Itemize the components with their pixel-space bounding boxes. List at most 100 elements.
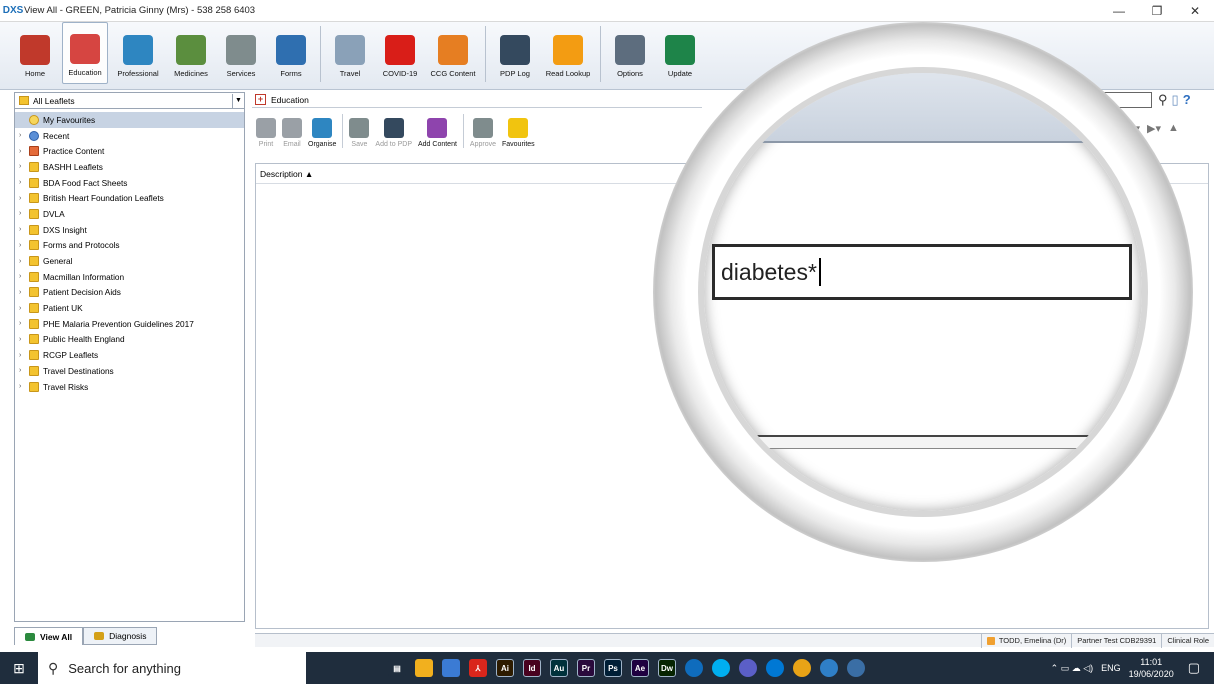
ribbon-forms-button[interactable]: Forms (268, 22, 314, 84)
graduate-icon (500, 35, 530, 65)
task-view-icon[interactable]: ▤ (388, 659, 406, 677)
clock-icon (29, 130, 39, 141)
tree-item[interactable]: › Patient UK (15, 300, 244, 316)
tree-item[interactable]: › Public Health England (15, 332, 244, 348)
contacts-icon[interactable] (442, 659, 460, 677)
ribbon-travel-button[interactable]: Travel (327, 22, 373, 84)
email-button[interactable]: Email (282, 118, 302, 154)
dreamweaver-icon[interactable]: Dw (658, 659, 676, 677)
magnified-search-field[interactable]: diabetes* (712, 244, 1132, 300)
chevron-right-icon[interactable]: › (19, 305, 29, 312)
ribbon-education-button[interactable]: Education (62, 22, 108, 84)
ribbon-professional-button[interactable]: Professional (112, 22, 164, 84)
windows-start-icon[interactable]: ⊞ (0, 652, 38, 684)
tree-item[interactable]: My Favourites (15, 112, 244, 128)
document-icon[interactable]: ▯ (1172, 92, 1179, 108)
print-button[interactable]: Print (256, 118, 276, 154)
chevron-right-icon[interactable]: › (19, 242, 29, 249)
remote-desktop-icon[interactable] (820, 659, 838, 677)
chevron-right-icon[interactable]: › (19, 148, 29, 155)
ribbon-covid-19-button[interactable]: COVID-19 (377, 22, 423, 84)
chevron-right-icon[interactable]: › (19, 273, 29, 280)
chevron-right-icon[interactable]: › (19, 163, 29, 170)
tab-diagnosis[interactable]: Diagnosis (83, 627, 158, 645)
forward-arrow-icon[interactable]: ▶▾ (1147, 122, 1161, 135)
chrome-icon[interactable] (793, 659, 811, 677)
tree-item[interactable]: › RCGP Leaflets (15, 347, 244, 363)
minimize-button[interactable]: — (1100, 0, 1138, 22)
illustrator-icon[interactable]: Ai (496, 659, 514, 677)
save-button[interactable]: Save (349, 118, 370, 154)
chevron-right-icon[interactable]: › (19, 289, 29, 296)
forms-icon (276, 35, 306, 65)
chevron-right-icon[interactable]: › (19, 195, 29, 202)
aftereffects-icon[interactable]: Ae (631, 659, 649, 677)
ribbon-services-button[interactable]: Services (218, 22, 264, 84)
add-content-button[interactable]: Add Content (418, 118, 457, 154)
audition-icon[interactable]: Au (550, 659, 568, 677)
filter-icon[interactable]: ⚲ (1158, 92, 1168, 108)
indesign-icon[interactable]: Id (523, 659, 541, 677)
tree-item[interactable]: › Patient Decision Aids (15, 285, 244, 301)
taskbar-search-input[interactable]: ⚲ Search for anything (38, 652, 306, 684)
restore-button[interactable]: ❐ (1138, 0, 1176, 22)
acrobat-icon[interactable]: ⅄ (469, 659, 487, 677)
chevron-right-icon[interactable]: › (19, 226, 29, 233)
teams-icon[interactable] (739, 659, 757, 677)
leaflet-filter-combo[interactable]: All Leaflets ▼ (15, 93, 244, 109)
outlook-icon[interactable] (685, 659, 703, 677)
ribbon-options-button[interactable]: Options (607, 22, 653, 84)
file-explorer-icon[interactable] (415, 659, 433, 677)
folder-icon (29, 365, 39, 376)
chevron-right-icon[interactable]: › (19, 320, 29, 327)
tree-item[interactable]: › Recent (15, 128, 244, 144)
tree-item-label: General (43, 256, 73, 267)
tree-item[interactable]: › Forms and Protocols (15, 238, 244, 254)
tab-label: View All (40, 631, 73, 642)
approve-button[interactable]: Approve (470, 118, 496, 154)
tab-view-all[interactable]: View All (14, 627, 84, 645)
tree-item[interactable]: › Travel Destinations (15, 363, 244, 379)
skype-business-icon[interactable] (766, 659, 784, 677)
ribbon-button-label: PDP Log (500, 69, 530, 78)
chevron-right-icon[interactable]: › (19, 132, 29, 139)
ribbon-ccg-content-button[interactable]: CCG Content (427, 22, 479, 84)
ribbon-home-button[interactable]: Home (12, 22, 58, 84)
organise-button[interactable]: Organise (308, 118, 336, 154)
chevron-down-icon[interactable]: ▼ (232, 93, 244, 108)
tree-item[interactable]: › Practice Content (15, 143, 244, 159)
ribbon-update-button[interactable]: Update (657, 22, 703, 84)
favourites-button[interactable]: Favourites (502, 118, 535, 154)
tree-item[interactable]: › DVLA (15, 206, 244, 222)
add-to-pdp-button[interactable]: Add to PDP (375, 118, 412, 154)
chevron-right-icon[interactable]: › (19, 336, 29, 343)
tree-item[interactable]: › Macmillan Information (15, 269, 244, 285)
language-indicator[interactable]: ENG (1101, 663, 1121, 673)
skype-icon[interactable] (712, 659, 730, 677)
close-button[interactable]: ✕ (1176, 0, 1214, 22)
tree-item[interactable]: › BASHH Leaflets (15, 159, 244, 175)
tree-item[interactable]: › DXS Insight (15, 222, 244, 238)
tree-item[interactable]: › British Heart Foundation Leaflets (15, 190, 244, 206)
photoshop-icon[interactable]: Ps (604, 659, 622, 677)
notification-icon[interactable]: ▢ (1188, 660, 1200, 676)
ribbon-read-lookup-button[interactable]: Read Lookup (542, 22, 594, 84)
tree-item[interactable]: › PHE Malaria Prevention Guidelines 2017 (15, 316, 244, 332)
ribbon-pdp-log-button[interactable]: PDP Log (492, 22, 538, 84)
chevron-right-icon[interactable]: › (19, 352, 29, 359)
chevron-right-icon[interactable]: › (19, 383, 29, 390)
ribbon-medicines-button[interactable]: Medicines (168, 22, 214, 84)
tray-icons[interactable]: ⌃ ▭ ☁ ◁) (1051, 663, 1093, 674)
tree-item[interactable]: › BDA Food Fact Sheets (15, 175, 244, 191)
dxs-app-icon[interactable] (847, 659, 865, 677)
chevron-right-icon[interactable]: › (19, 210, 29, 217)
taskbar-clock[interactable]: 11:01 19/06/2020 (1129, 656, 1174, 680)
help-icon[interactable]: ? (1183, 92, 1191, 108)
premiere-icon[interactable]: Pr (577, 659, 595, 677)
chevron-right-icon[interactable]: › (19, 258, 29, 265)
tree-item[interactable]: › Travel Risks (15, 379, 244, 395)
up-arrow-icon[interactable]: ▲ (1168, 122, 1179, 135)
chevron-right-icon[interactable]: › (19, 367, 29, 374)
chevron-right-icon[interactable]: › (19, 179, 29, 186)
tree-item[interactable]: › General (15, 253, 244, 269)
